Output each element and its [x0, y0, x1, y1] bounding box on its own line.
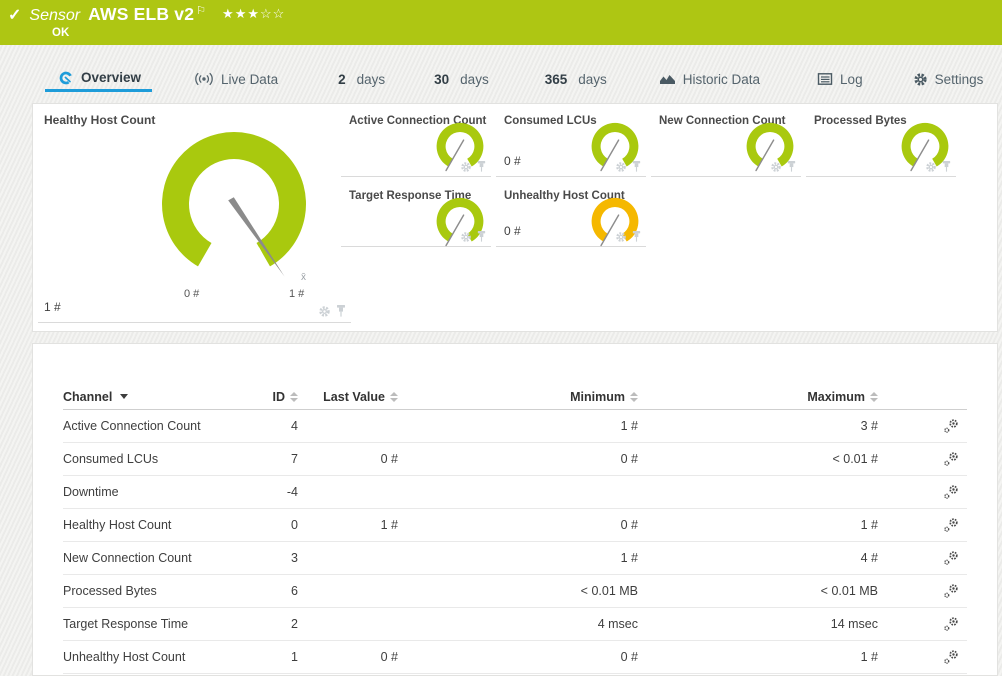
column-header-minimum[interactable]: Minimum [398, 390, 638, 404]
column-header-last-value[interactable]: Last Value [298, 390, 398, 404]
gear-icon [913, 72, 927, 86]
table-row: Healthy Host Count 0 1 # 0 # 1 # [63, 509, 967, 542]
rating-stars[interactable]: ★★★☆☆ [222, 6, 285, 22]
tab-30-days[interactable]: 30 days [434, 66, 489, 92]
gauge-processed-bytes: Processed Bytes [806, 109, 956, 177]
channel-settings-icon[interactable] [943, 550, 959, 566]
pin-icon[interactable] [476, 160, 487, 173]
channel-name: Target Response Time [63, 617, 189, 631]
pin-icon[interactable] [631, 160, 642, 173]
channel-settings-icon[interactable] [943, 418, 959, 434]
sensor-title: AWS ELB v2 [88, 4, 195, 24]
log-icon [817, 73, 833, 85]
table-row: Processed Bytes 6 < 0.01 MB < 0.01 MB [63, 575, 967, 608]
pin-icon[interactable] [335, 304, 347, 318]
sort-icon [390, 391, 398, 402]
gear-icon[interactable] [318, 305, 331, 318]
table-row: Unhealthy Host Count 1 0 # 0 # 1 # [63, 641, 967, 674]
channel-name: Active Connection Count [63, 419, 201, 433]
channel-name: Processed Bytes [63, 584, 157, 598]
channel-settings-icon[interactable] [943, 649, 959, 665]
table-row: Active Connection Count 4 1 # 3 # [63, 410, 967, 443]
gauge-title: Consumed LCUs [504, 115, 597, 127]
table-row: New Connection Count 3 1 # 4 # [63, 542, 967, 575]
tab-log[interactable]: Log [817, 66, 863, 92]
channel-name: Unhealthy Host Count [63, 650, 186, 664]
channel-settings-icon[interactable] [943, 517, 959, 533]
channels-table: Channel ID Last Value Minimum Maximum Ac… [33, 344, 997, 674]
tab-365-days[interactable]: 365 days [545, 66, 607, 92]
priority-flag-icon[interactable]: ⚐ [196, 4, 206, 17]
object-kind-label: Sensor [29, 7, 81, 24]
gauge-current-value: 0 # [504, 224, 521, 238]
gauge-new-connection-count: New Connection Count [651, 109, 801, 177]
gauge-unhealthy-host-count: Unhealthy Host Count 0 # [496, 184, 646, 247]
column-header-channel[interactable]: Channel [63, 390, 263, 404]
tab-2-days[interactable]: 2 days [338, 66, 385, 92]
gauge-current-value: 0 # [504, 154, 521, 168]
sort-icon [290, 391, 298, 402]
gauge-active-connection-count: Active Connection Count [341, 109, 491, 177]
sorted-desc-icon [120, 394, 129, 399]
area-chart-icon [659, 75, 675, 84]
pin-icon[interactable] [941, 160, 952, 173]
gauge-consumed-lcus: Consumed LCUs 0 # [496, 109, 646, 177]
column-header-id[interactable]: ID [263, 390, 298, 404]
gauge-title: Processed Bytes [814, 115, 907, 127]
tab-bar: Overview Live Data 2 days 30 days 365 days … [40, 66, 983, 96]
tab-overview[interactable]: Overview [45, 66, 153, 92]
column-header-maximum[interactable]: Maximum [638, 390, 878, 404]
sort-icon [630, 391, 638, 402]
gauge-title: Healthy Host Count [44, 113, 156, 127]
gear-icon[interactable] [460, 161, 472, 173]
primary-gauge-dial [162, 132, 306, 277]
channel-settings-icon[interactable] [943, 583, 959, 599]
gauge-scale-max: 1 # [289, 288, 305, 300]
tab-historic-data[interactable]: Historic Data [659, 66, 760, 92]
gauge-icon [59, 71, 73, 84]
gear-icon[interactable] [615, 161, 627, 173]
sort-icon [870, 391, 878, 402]
gauge-target-response-time: Target Response Time [341, 184, 491, 247]
table-row: Consumed LCUs 7 0 # 0 # < 0.01 # [63, 443, 967, 476]
gauge-healthy-host-count: Healthy Host Count 0 # 1 # x̄ 1 # [38, 104, 351, 323]
channel-name: New Connection Count [63, 551, 192, 565]
prtg-sensor-page: ✓ Sensor AWS ELB v2 ⚐ ★★★☆☆ OK Overview … [0, 0, 1002, 676]
gauge-scale-min: 0 # [184, 288, 200, 300]
status-check-icon: ✓ [8, 7, 22, 24]
tab-settings[interactable]: Settings [913, 66, 983, 92]
status-badge: OK [52, 27, 70, 39]
broadcast-icon [195, 72, 213, 86]
pin-icon[interactable] [631, 230, 642, 243]
gear-icon[interactable] [770, 161, 782, 173]
gear-icon[interactable] [460, 231, 472, 243]
pin-icon[interactable] [476, 230, 487, 243]
table-row: Target Response Time 2 4 msec 14 msec [63, 608, 967, 641]
gauge-current-value: 1 # [44, 300, 61, 314]
channel-settings-icon[interactable] [943, 616, 959, 632]
pin-icon[interactable] [786, 160, 797, 173]
gauges-panel: Healthy Host Count 0 # 1 # x̄ 1 # Active… [32, 103, 998, 332]
channel-settings-icon[interactable] [943, 484, 959, 500]
channel-name: Consumed LCUs [63, 452, 159, 466]
gear-icon[interactable] [925, 161, 937, 173]
channel-settings-icon[interactable] [943, 451, 959, 467]
table-row: Downtime -4 [63, 476, 967, 509]
sensor-header: ✓ Sensor AWS ELB v2 ⚐ ★★★☆☆ OK [0, 0, 1002, 45]
channels-table-panel: Channel ID Last Value Minimum Maximum Ac… [32, 343, 998, 676]
average-marker: x̄ [301, 272, 306, 283]
tab-live-data[interactable]: Live Data [194, 66, 278, 92]
channel-name: Downtime [63, 485, 119, 499]
table-header-row: Channel ID Last Value Minimum Maximum [63, 384, 967, 410]
gear-icon[interactable] [615, 231, 627, 243]
channel-name: Healthy Host Count [63, 518, 172, 532]
